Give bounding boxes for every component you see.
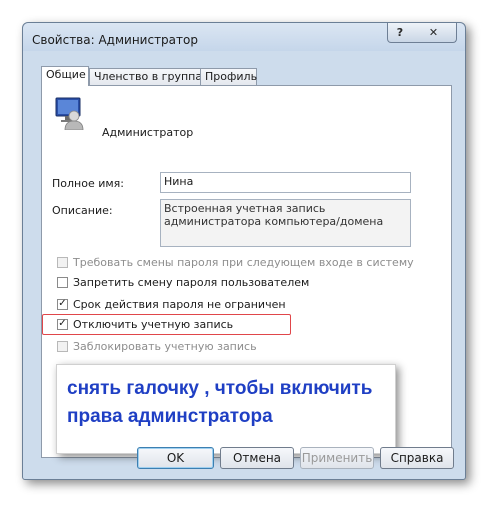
tab-general[interactable]: Общие <box>41 66 89 86</box>
checkbox-box[interactable] <box>57 256 68 268</box>
full-name-field[interactable]: Нина <box>160 172 411 193</box>
full-name-label: Полное имя: <box>52 177 124 190</box>
checkbox-lock-account[interactable]: Заблокировать учетную запись <box>57 339 257 353</box>
checkbox-box[interactable]: ✓ <box>57 298 68 310</box>
close-icon: ✕ <box>428 26 439 39</box>
help-button[interactable]: Справка <box>380 447 454 469</box>
general-tab-panel: Администратор Полное имя: Нина Описание:… <box>41 85 452 458</box>
help-icon-button[interactable]: ? <box>387 23 413 43</box>
title-bar[interactable]: Свойства: Администратор ? ✕ <box>23 23 465 51</box>
checkbox-label: Заблокировать учетную запись <box>73 339 257 353</box>
checkbox-prevent-password-change[interactable]: Запретить смену пароля пользователем <box>57 275 309 289</box>
cancel-button[interactable]: Отмена <box>220 447 294 469</box>
question-icon: ? <box>396 26 404 39</box>
properties-dialog: Свойства: Администратор ? ✕ Общие Членст… <box>22 22 466 480</box>
user-monitor-icon <box>55 97 84 130</box>
checkbox-label: Требовать смены пароля при следующем вхо… <box>73 255 414 269</box>
checkbox-box[interactable] <box>57 340 68 352</box>
checkbox-password-never-expires[interactable]: ✓ Срок действия пароля не ограничен <box>57 297 286 311</box>
annotation-callout: снять галочку , чтобы включить права адм… <box>56 364 396 454</box>
description-label: Описание: <box>52 204 113 217</box>
tab-profile[interactable]: Профиль <box>200 68 257 85</box>
description-field[interactable]: Встроенная учетная запись администратора… <box>160 199 411 247</box>
checkbox-label: Запретить смену пароля пользователем <box>73 275 310 289</box>
checkbox-label: Срок действия пароля не ограничен <box>73 297 286 311</box>
tab-group-membership[interactable]: Членство в группах <box>89 68 209 85</box>
check-icon: ✓ <box>58 298 67 309</box>
checkbox-box[interactable] <box>57 276 68 288</box>
close-button[interactable]: ✕ <box>411 23 457 43</box>
red-highlight-box <box>42 314 291 335</box>
annotation-text: снять галочку , чтобы включить права адм… <box>67 378 373 427</box>
user-name: Администратор <box>102 126 194 139</box>
apply-button[interactable]: Применить <box>300 447 374 469</box>
checkbox-require-password-change[interactable]: Требовать смены пароля при следующем вхо… <box>57 255 414 269</box>
window-title: Свойства: Администратор <box>32 33 198 47</box>
ok-button[interactable]: OK <box>137 447 214 469</box>
